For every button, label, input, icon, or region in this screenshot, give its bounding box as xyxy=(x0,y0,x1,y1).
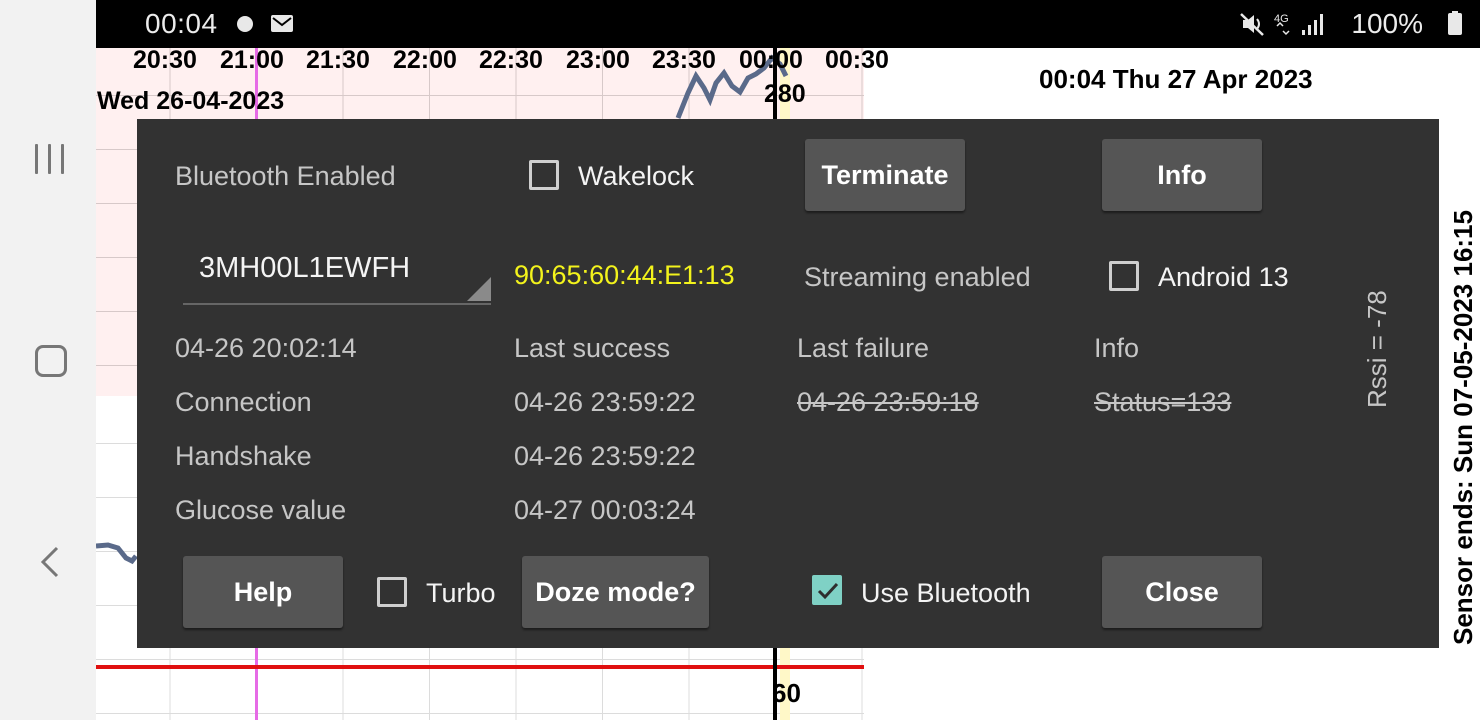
glucose-value-last-success: 04-27 00:03:24 xyxy=(514,495,696,525)
rssi-value: Rssi = -78 xyxy=(1362,290,1392,408)
time-tick: 23:00 xyxy=(566,46,630,74)
bluetooth-status: Bluetooth Enabled xyxy=(175,161,396,191)
signal-icon: 4G xyxy=(1240,13,1323,36)
sensor-select-value: 3MH00L1EWFH xyxy=(199,252,411,284)
time-tick: 22:30 xyxy=(479,46,543,74)
graph-date: Wed 26-04-2023 xyxy=(97,87,285,115)
connection-last-failure: 04-26 23:59:18 xyxy=(797,387,979,417)
time-tick: 21:30 xyxy=(306,46,370,74)
android13-label[interactable]: Android 13 xyxy=(1158,262,1289,293)
doze-mode-button[interactable]: Doze mode? xyxy=(522,556,709,628)
glucose-axis-label: 60 xyxy=(772,678,801,708)
mute-icon xyxy=(1240,13,1264,36)
row-label-connection: Connection xyxy=(175,387,312,417)
connection-info: Status=133 xyxy=(1094,387,1232,417)
row-label-handshake: Handshake xyxy=(175,441,312,471)
time-tick: 20:30 xyxy=(133,46,197,74)
status-bar: 00:04 4G 100% xyxy=(96,0,1480,48)
wakelock-checkbox[interactable] xyxy=(529,160,559,190)
close-button[interactable]: Close xyxy=(1102,556,1262,628)
handshake-last-success: 04-26 23:59:22 xyxy=(514,441,696,471)
time-tick: 00:00 xyxy=(739,46,803,74)
home-icon[interactable] xyxy=(35,345,67,377)
checkmark-icon xyxy=(817,582,839,600)
connection-last-success: 04-26 23:59:22 xyxy=(514,387,696,417)
svg-text:4G: 4G xyxy=(1274,13,1289,25)
help-button[interactable]: Help xyxy=(183,556,343,628)
turbo-checkbox[interactable] xyxy=(377,577,407,607)
use-bluetooth-checkbox[interactable] xyxy=(812,575,842,605)
time-tick: 21:00 xyxy=(220,46,284,74)
column-header-last-success: Last success xyxy=(514,333,671,363)
mac-address: 90:65:60:44:E1:13 xyxy=(514,260,735,290)
info-button[interactable]: Info xyxy=(1102,139,1262,211)
terminate-button[interactable]: Terminate xyxy=(805,139,965,211)
battery-percent: 100% xyxy=(1351,8,1423,39)
glucose-axis-label: 280 xyxy=(764,80,806,108)
turbo-label[interactable]: Turbo xyxy=(426,578,496,609)
back-icon[interactable] xyxy=(40,545,60,579)
dot-icon xyxy=(237,16,253,32)
header-clock: 00:04 Thu 27 Apr 2023 xyxy=(1039,64,1313,94)
column-header-last-failure: Last failure xyxy=(797,333,930,363)
use-bluetooth-label[interactable]: Use Bluetooth xyxy=(861,578,1031,609)
mail-icon xyxy=(271,15,293,32)
time-tick: 22:00 xyxy=(393,46,457,74)
recent-apps-icon[interactable] xyxy=(35,144,67,176)
sensor-select[interactable]: 3MH00L1EWFH xyxy=(183,241,491,305)
bluetooth-dialog: Bluetooth Enabled Wakelock Terminate Inf… xyxy=(137,119,1439,648)
start-time: 04-26 20:02:14 xyxy=(175,333,357,363)
navigation-bar xyxy=(0,0,96,720)
column-header-info: Info xyxy=(1094,333,1140,363)
sensor-ends-label: Sensor ends: Sun 07-05-2023 16:15 xyxy=(1448,210,1478,645)
dropdown-arrow-icon xyxy=(467,277,491,301)
time-axis: 20:30 21:00 21:30 22:00 22:30 23:00 23:3… xyxy=(96,46,896,76)
row-label-glucose-value: Glucose value xyxy=(175,495,347,525)
time-tick: 23:30 xyxy=(652,46,716,74)
android13-checkbox[interactable] xyxy=(1109,261,1139,291)
wakelock-label[interactable]: Wakelock xyxy=(578,161,694,192)
battery-icon xyxy=(1448,11,1462,35)
time-tick: 00:30 xyxy=(825,46,889,74)
status-time: 00:04 xyxy=(145,8,218,39)
4g-icon: 4G xyxy=(1274,13,1290,36)
streaming-status: Streaming enabled xyxy=(804,262,1031,292)
